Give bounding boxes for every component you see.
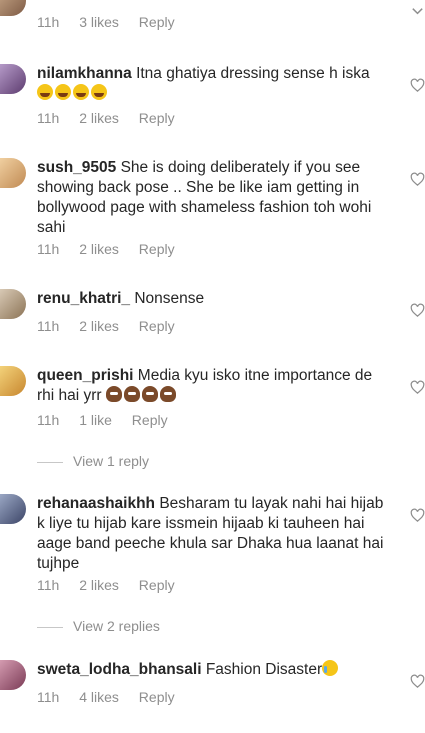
comment-time: 11h [37,110,60,126]
comment-time: 11h [37,412,60,428]
avatar[interactable] [0,289,26,319]
comment-time: 11h [37,318,60,334]
heart-outline-icon[interactable] [410,303,425,318]
comment-time: 11h [37,241,60,257]
reply-button[interactable]: Reply [139,318,175,334]
comment-meta: 11h 4 likes Reply [37,689,175,705]
likes-count[interactable]: 1 like [79,412,112,428]
comment-time: 11h [37,689,60,705]
likes-count[interactable]: 4 likes [79,689,119,705]
comment-meta: 11h 2 likes Reply [37,577,175,593]
avatar[interactable] [0,366,26,396]
comment-meta: 11h 3 likes Reply [37,14,175,30]
comment-username[interactable]: sush_9505 [37,159,116,176]
view-replies-button[interactable]: View 2 replies [37,618,160,634]
comment-username[interactable]: renu_khatri_ [37,290,130,307]
comment-time: 11h [37,14,60,30]
reply-button[interactable]: Reply [139,689,175,705]
heart-outline-icon[interactable] [410,78,425,93]
comment-username[interactable]: nilamkhanna [37,65,132,82]
avatar[interactable] [0,158,26,188]
comment-text: sweta_lodha_bhansali Fashion Disaster [37,660,387,680]
likes-count[interactable]: 3 likes [79,14,119,30]
likes-count[interactable]: 2 likes [79,110,119,126]
comment-username[interactable]: rehanaashaikhh [37,495,155,512]
view-replies-button[interactable]: View 1 reply [37,453,149,469]
divider [37,461,63,463]
likes-count[interactable]: 2 likes [79,318,119,334]
comment-time: 11h [37,577,60,593]
pile-of-poo-emoji-icon [102,386,178,404]
reply-button[interactable]: Reply [139,110,175,126]
comment-username[interactable]: queen_prishi [37,367,133,384]
crying-face-emoji-icon [322,660,340,678]
avatar[interactable] [0,0,26,16]
comment-username[interactable]: sweta_lodha_bhansali [37,661,202,678]
comment-meta: 11h 2 likes Reply [37,241,175,257]
view-replies-label: View 2 replies [73,618,160,634]
view-replies-label: View 1 reply [73,453,150,469]
reply-button[interactable]: Reply [139,14,175,30]
heart-outline-icon[interactable] [410,380,425,395]
chevron-down-icon[interactable] [410,4,425,19]
comment-body: Itna ghatiya dressing sense h iska [136,65,370,82]
heart-outline-icon[interactable] [410,172,425,187]
heart-outline-icon[interactable] [410,674,425,689]
comment-meta: 11h 2 likes Reply [37,110,175,126]
comment-body: Fashion Disaster [205,661,323,678]
comment-text: sush_9505 She is doing deliberately if y… [37,158,387,238]
laughing-emoji-icon [37,84,109,102]
comment-text: renu_khatri_ Nonsense [37,289,387,309]
comment-text: nilamkhanna Itna ghatiya dressing sense … [37,64,387,104]
comment-meta: 11h 1 like Reply [37,412,168,428]
likes-count[interactable]: 2 likes [79,577,119,593]
divider [37,626,63,628]
comment-body: Nonsense [134,290,205,307]
comment-text: rehanaashaikhh Besharam tu layak nahi ha… [37,494,387,574]
heart-outline-icon[interactable] [410,508,425,523]
avatar[interactable] [0,660,26,690]
reply-button[interactable]: Reply [139,577,175,593]
comment-text: queen_prishi Media kyu isko itne importa… [37,366,387,406]
reply-button[interactable]: Reply [139,241,175,257]
avatar[interactable] [0,494,26,524]
avatar[interactable] [0,64,26,94]
likes-count[interactable]: 2 likes [79,241,119,257]
comment-meta: 11h 2 likes Reply [37,318,175,334]
reply-button[interactable]: Reply [132,412,168,428]
